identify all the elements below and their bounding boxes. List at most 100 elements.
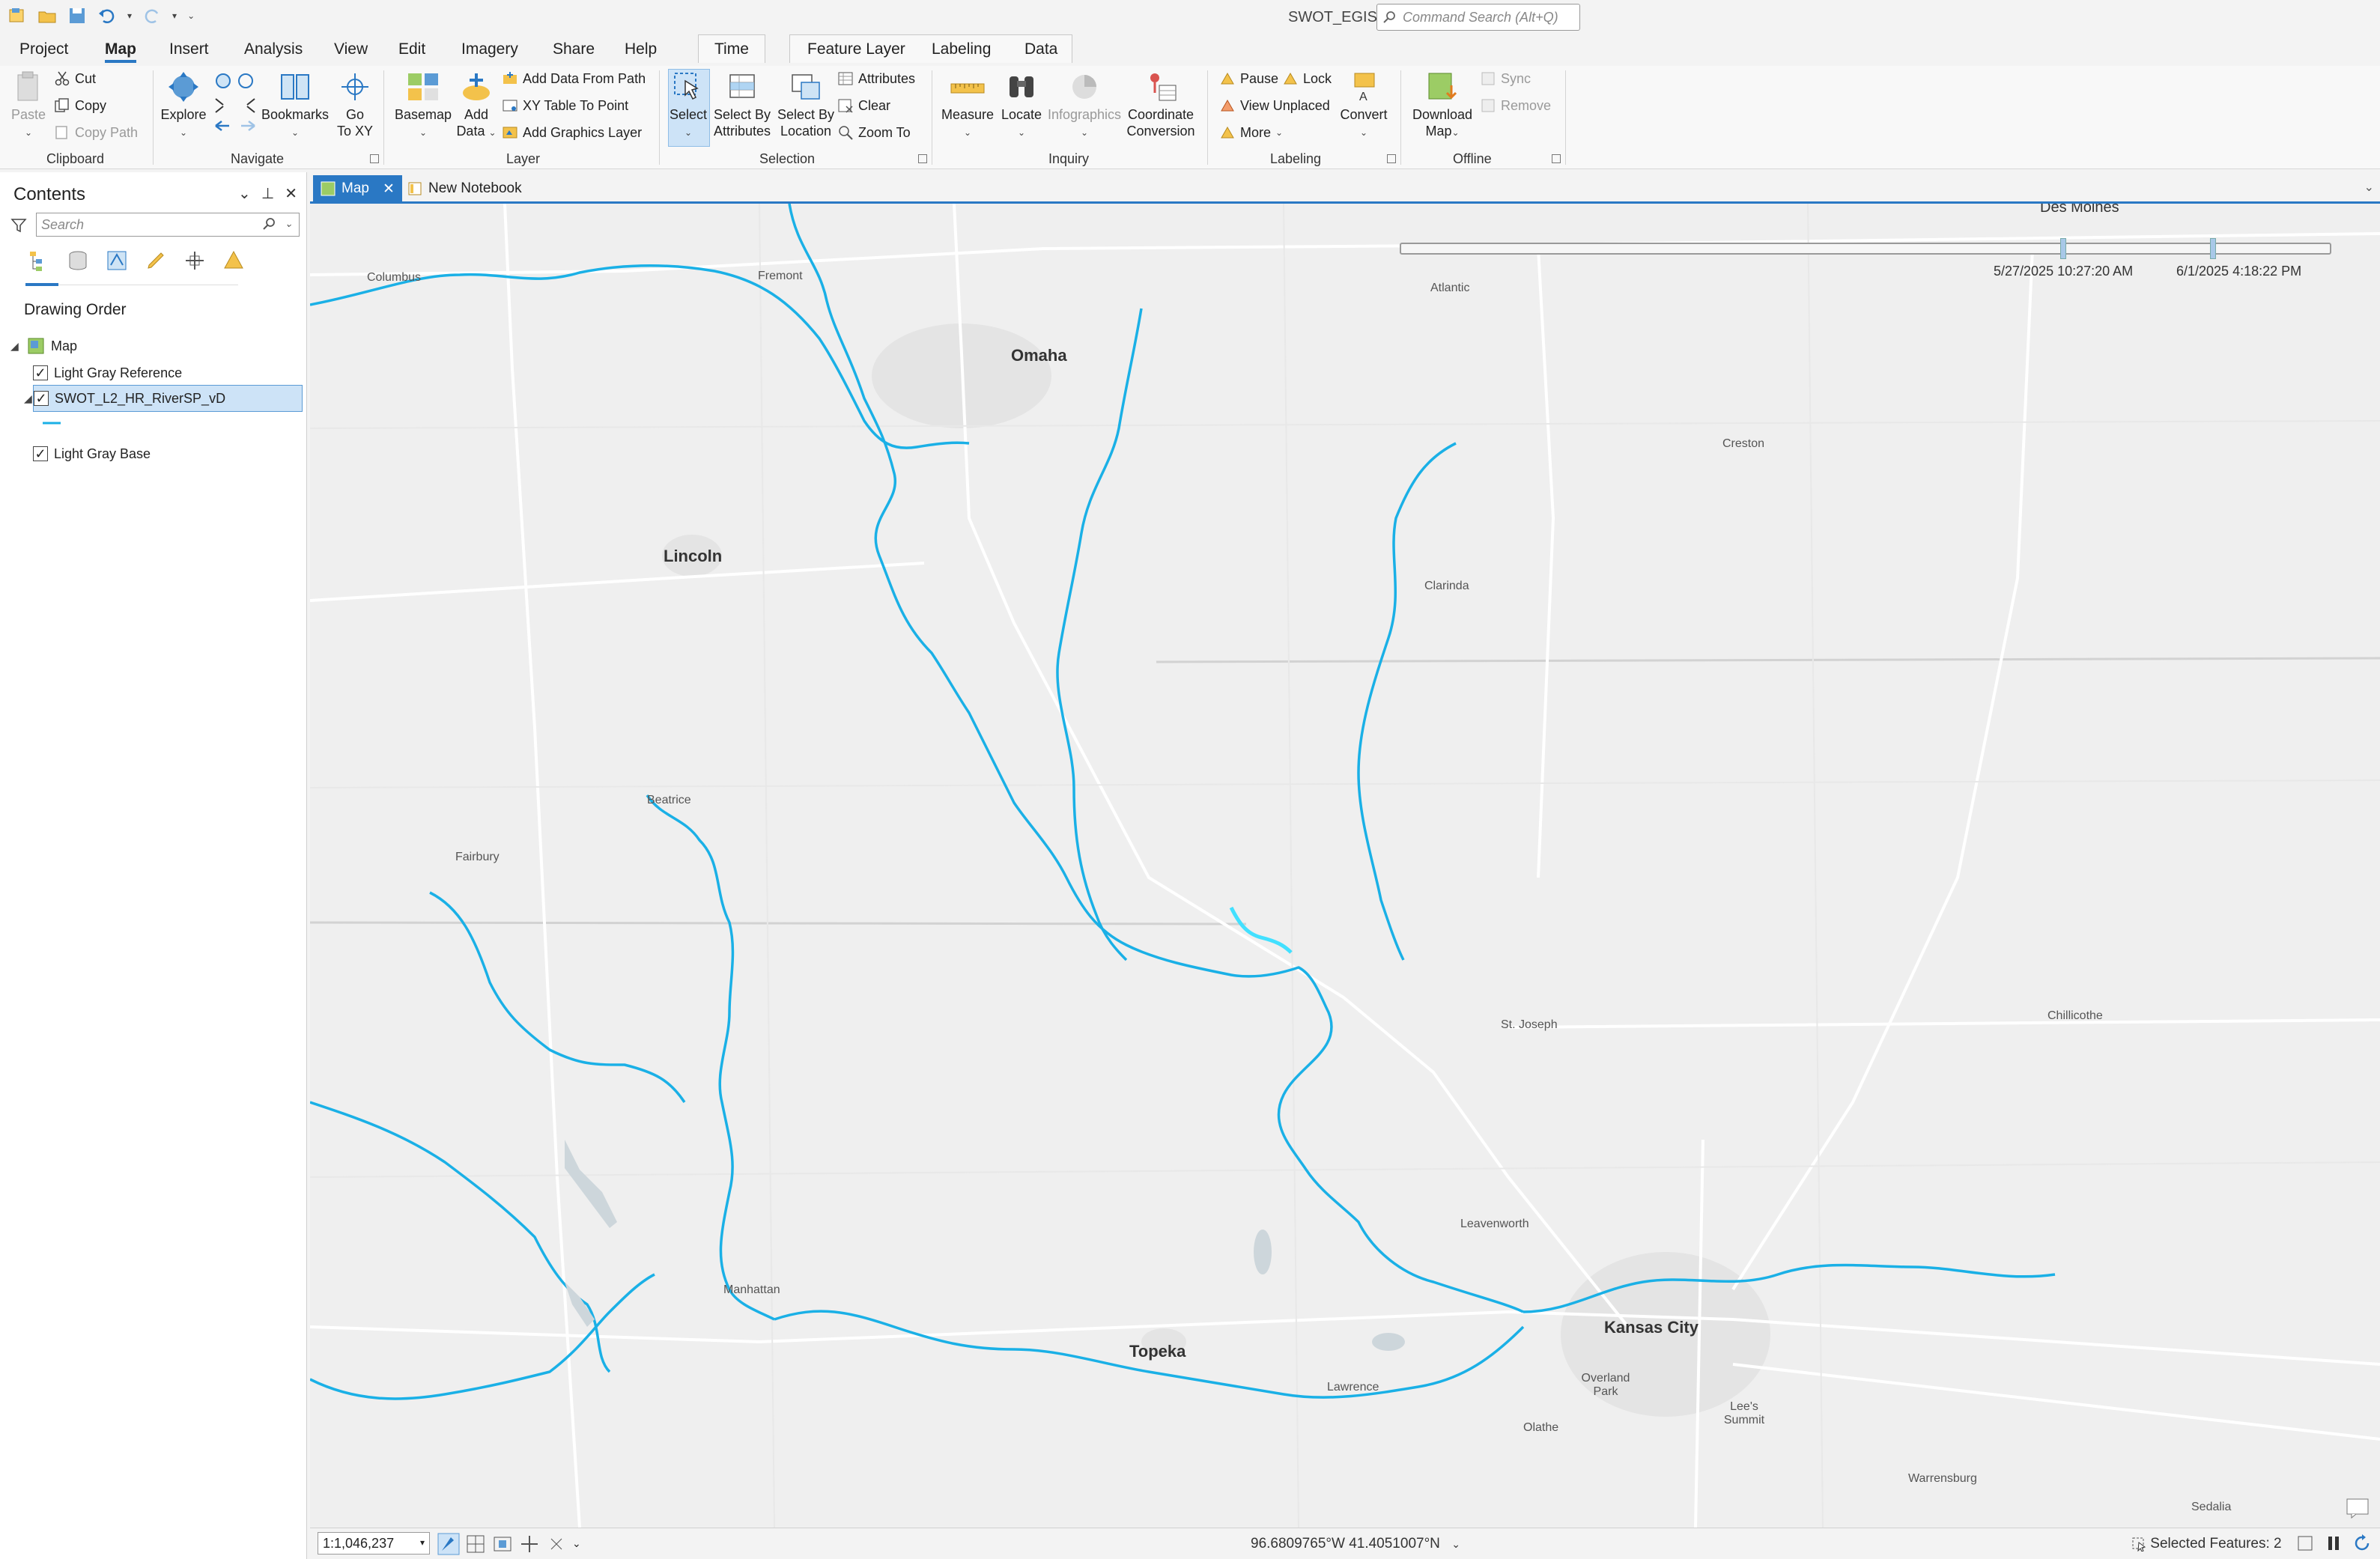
attributes-button[interactable]: Attributes	[837, 69, 915, 88]
collapse-icon[interactable]: ◢	[10, 340, 21, 353]
undo-icon[interactable]	[97, 6, 117, 25]
layer-visibility-checkbox[interactable]: ✓	[33, 446, 48, 461]
list-by-editing-icon[interactable]	[144, 249, 168, 273]
selection-launcher[interactable]	[918, 154, 927, 163]
collapse-icon[interactable]: ◢	[24, 392, 34, 405]
pause-drawing-icon[interactable]	[2325, 1534, 2343, 1552]
xy-table-to-point-button[interactable]: XY Table To Point	[502, 96, 628, 115]
copy-path-button[interactable]: Copy Path	[54, 123, 138, 142]
time-slider-start-thumb[interactable]	[2060, 238, 2066, 259]
tab-time[interactable]: Time	[714, 40, 749, 58]
toc-item-swot-river-layer[interactable]: ✓ SWOT_L2_HR_RiverSP_vD	[33, 385, 303, 412]
overview-icon[interactable]	[491, 1533, 514, 1555]
labeling-launcher[interactable]	[1387, 154, 1396, 163]
tab-share[interactable]: Share	[553, 40, 595, 58]
snapping-icon[interactable]	[518, 1533, 541, 1555]
list-by-selection-icon[interactable]	[105, 249, 129, 273]
grid-icon[interactable]	[464, 1533, 487, 1555]
navigation-tool-icon[interactable]	[437, 1533, 460, 1555]
select-by-location-button[interactable]: Select By Location	[776, 70, 836, 139]
tab-data[interactable]: Data	[1024, 40, 1057, 58]
contents-search-input[interactable]: Search ⌄	[36, 213, 300, 237]
list-by-snapping-icon[interactable]	[183, 249, 207, 273]
pane-options-icon[interactable]: ⌄	[238, 184, 251, 203]
redo-dropdown-icon[interactable]: ▾	[172, 10, 177, 21]
download-map-button[interactable]: Download Map⌄	[1406, 70, 1478, 141]
close-icon[interactable]: ✕	[285, 184, 297, 203]
toc-item-light-gray-base[interactable]: ✓ Light Gray Base	[33, 440, 151, 467]
selected-features-indicator[interactable]: Selected Features: 2	[2131, 1536, 2282, 1552]
select-by-attributes-button[interactable]: Select By Attributes	[708, 70, 776, 139]
measure-button[interactable]: Measure ⌄	[938, 70, 998, 141]
close-tab-icon[interactable]: ✕	[383, 180, 395, 198]
filter-icon[interactable]	[10, 217, 27, 234]
save-project-icon[interactable]	[67, 6, 87, 25]
sync-button[interactable]: Sync	[1480, 69, 1531, 88]
infographics-button[interactable]: Infographics ⌄	[1045, 70, 1123, 141]
go-to-xy-button[interactable]: Go To XY	[334, 70, 376, 139]
list-by-drawing-order-icon[interactable]	[27, 249, 51, 273]
scale-dropdown-icon[interactable]: ▾	[420, 1537, 425, 1548]
clear-selection-button[interactable]: Clear	[837, 96, 890, 115]
copy-button[interactable]: Copy	[54, 96, 106, 115]
coordinate-conversion-button[interactable]: Coordinate Conversion	[1125, 70, 1197, 139]
bookmarks-button[interactable]: Bookmarks ⌄	[261, 70, 330, 141]
layer-visibility-checkbox[interactable]: ✓	[34, 391, 49, 406]
tab-view[interactable]: View	[334, 40, 368, 58]
navigate-launcher[interactable]	[370, 154, 379, 163]
zoom-to-selection-button[interactable]: Zoom To	[837, 123, 911, 142]
navigate-tools-icon[interactable]	[213, 72, 258, 132]
view-tab-new-notebook[interactable]: New Notebook	[400, 175, 529, 202]
time-slider[interactable]	[1400, 238, 2331, 259]
command-search-input[interactable]: Command Search (Alt+Q)	[1376, 4, 1580, 31]
status-tools-dropdown-icon[interactable]: ⌄	[572, 1533, 581, 1555]
tab-list-dropdown-icon[interactable]: ⌄	[2364, 180, 2374, 195]
refresh-cache-icon[interactable]	[2296, 1534, 2314, 1552]
select-button-active[interactable]: Select ⌄	[664, 70, 713, 141]
lock-labeling-button[interactable]: Lock	[1282, 69, 1332, 88]
view-tab-map[interactable]: Map ✕	[313, 175, 402, 202]
refresh-icon[interactable]	[2353, 1534, 2371, 1552]
customize-qat-icon[interactable]: ⌄	[187, 10, 195, 21]
basemap-button[interactable]: Basemap ⌄	[389, 70, 457, 141]
paste-button[interactable]: Paste ⌄	[10, 70, 46, 141]
tab-insert[interactable]: Insert	[169, 40, 209, 58]
view-unplaced-button[interactable]: View Unplaced	[1219, 96, 1330, 115]
tab-labeling[interactable]: Labeling	[932, 40, 991, 58]
undo-dropdown-icon[interactable]: ▾	[127, 10, 132, 21]
redo-icon[interactable]	[142, 6, 162, 25]
search-dropdown-icon[interactable]: ⌄	[285, 218, 293, 230]
add-graphics-layer-button[interactable]: Add Graphics Layer	[502, 123, 642, 142]
map-tips-icon[interactable]	[2346, 1498, 2370, 1519]
time-slider-end-thumb[interactable]	[2210, 238, 2216, 259]
tab-help[interactable]: Help	[625, 40, 657, 58]
offline-launcher[interactable]	[1552, 154, 1561, 163]
layer-visibility-checkbox[interactable]: ✓	[33, 365, 48, 380]
tab-map[interactable]: Map	[105, 40, 136, 63]
tab-feature-layer[interactable]: Feature Layer	[807, 40, 905, 58]
pin-icon[interactable]: ⊥	[261, 184, 274, 203]
rotate-view-icon[interactable]	[545, 1533, 568, 1555]
cut-button[interactable]: Cut	[54, 69, 96, 88]
locate-button[interactable]: Locate ⌄	[998, 70, 1045, 141]
coordinate-readout[interactable]: 96.6809765°W 41.4051007°N ⌄	[1251, 1536, 1460, 1552]
explore-button[interactable]: Explore ⌄	[159, 70, 208, 141]
map-canvas[interactable]: 5/27/2025 10:27:20 AM 6/1/2025 4:18:22 P…	[310, 204, 2380, 1528]
list-by-labeling-icon[interactable]	[222, 249, 246, 273]
pause-labeling-button[interactable]: Pause	[1219, 69, 1278, 88]
open-project-icon[interactable]	[37, 6, 57, 25]
map-scale-select[interactable]: 1:1,046,237 ▾	[318, 1532, 430, 1555]
add-data-button[interactable]: Add Data ⌄	[455, 70, 497, 141]
convert-labels-button[interactable]: A Convert ⌄	[1338, 70, 1390, 141]
toc-item-map[interactable]: ◢ Map	[10, 332, 77, 359]
new-project-icon[interactable]	[7, 6, 27, 25]
remove-offline-button[interactable]: Remove	[1480, 96, 1551, 115]
tab-imagery[interactable]: Imagery	[461, 40, 518, 58]
toc-item-light-gray-reference[interactable]: ✓ Light Gray Reference	[33, 359, 182, 386]
tab-analysis[interactable]: Analysis	[244, 40, 303, 58]
coordinate-format-dropdown-icon[interactable]: ⌄	[1451, 1538, 1460, 1550]
list-by-data-source-icon[interactable]	[66, 249, 90, 273]
tab-edit[interactable]: Edit	[398, 40, 425, 58]
tab-project[interactable]: Project	[19, 40, 68, 58]
add-data-from-path-button[interactable]: Add Data From Path	[502, 69, 646, 88]
